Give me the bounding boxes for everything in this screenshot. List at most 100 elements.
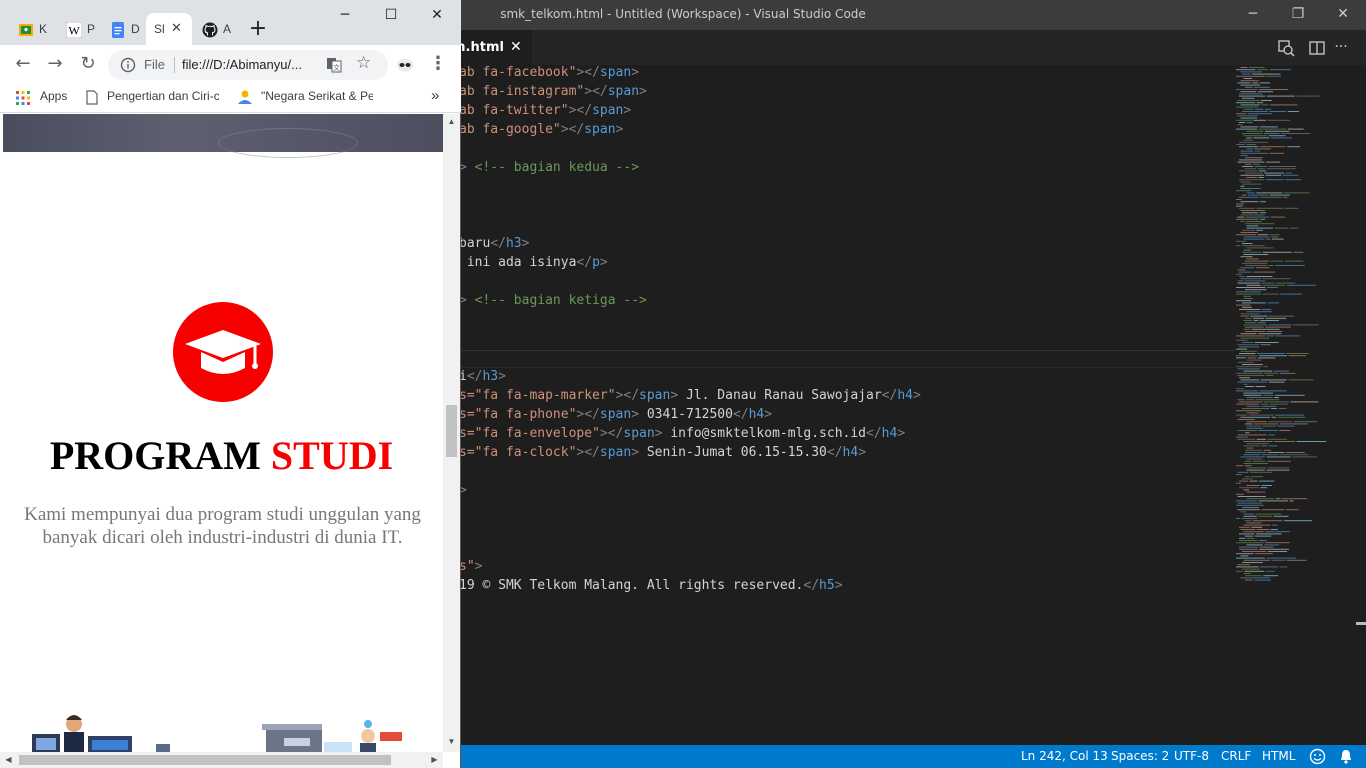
browser-tab[interactable]: K xyxy=(8,13,56,45)
bookmark-apps[interactable]: Apps xyxy=(40,89,67,103)
code-token: ab fa-twitter" xyxy=(459,103,569,118)
new-tab-button[interactable]: + xyxy=(244,17,272,43)
minimize-button[interactable]: ─ xyxy=(322,4,368,26)
code-token: </ xyxy=(584,445,600,460)
code-token: h3 xyxy=(505,236,522,251)
horizontal-scroll-thumb[interactable] xyxy=(19,755,391,765)
graduation-cap-icon xyxy=(173,302,273,402)
code-token: > xyxy=(631,407,640,422)
code-token: h4 xyxy=(897,388,913,403)
restore-button[interactable]: ❐ xyxy=(1275,0,1321,30)
browser-tab[interactable]: W P xyxy=(56,13,102,45)
browser-tab[interactable]: A xyxy=(192,13,238,45)
code-line[interactable]: i</h3> xyxy=(459,369,506,388)
code-line[interactable]: > <!-- bagian ketiga --> xyxy=(459,293,647,312)
code-token: > xyxy=(584,84,593,99)
apps-grid-icon[interactable] xyxy=(16,91,30,105)
scroll-left-arrow-icon[interactable]: ◀ xyxy=(0,752,17,768)
code-token: </ xyxy=(568,122,585,137)
forward-arrow-icon[interactable]: → xyxy=(43,53,67,77)
horizontal-scrollbar[interactable]: ◀ ▶ xyxy=(0,752,443,768)
code-line[interactable]: s="fa fa-clock"></span> Senin-Jumat 06.1… xyxy=(459,445,866,464)
code-token: span xyxy=(599,407,632,422)
code-token: > xyxy=(912,388,921,403)
svg-text:文: 文 xyxy=(333,63,340,72)
url-text[interactable]: file:///D:/Abimanyu/... xyxy=(182,57,317,72)
code-line[interactable]: ab fa-twitter"></span> xyxy=(459,103,631,122)
close-tab-icon[interactable]: ✕ xyxy=(510,38,522,55)
code-token: > xyxy=(459,160,475,175)
encoding-status[interactable]: UTF-8 xyxy=(1174,749,1209,763)
code-line[interactable]: ab fa-google"></span> xyxy=(459,122,623,141)
code-line[interactable]: s="fa fa-envelope"></span> info@smktelko… xyxy=(459,426,905,445)
feedback-smiley-icon[interactable] xyxy=(1309,748,1326,765)
code-token: </ xyxy=(584,407,600,422)
minimize-button[interactable]: ─ xyxy=(1230,0,1276,30)
extension-icon[interactable] xyxy=(396,57,414,73)
code-token: <!-- bagian kedua --> xyxy=(474,160,640,175)
more-actions-icon[interactable]: ··· xyxy=(1326,33,1356,63)
code-token: > xyxy=(897,426,906,441)
code-token: s="fa fa-map-marker" xyxy=(459,388,616,403)
divider xyxy=(174,57,175,73)
browser-tab-active[interactable]: Sl ✕ xyxy=(146,13,192,45)
code-token: span xyxy=(592,103,624,118)
vertical-scrollbar[interactable]: ▲ ▼ xyxy=(443,114,460,752)
close-window-button[interactable]: ✕ xyxy=(414,4,460,26)
chrome-window: K W P D Sl ✕ A + ─ ☐ ✕ ← → ↻ File file:/… xyxy=(0,0,461,768)
code-line[interactable]: > <!-- bagian kedua --> xyxy=(459,160,639,179)
code-token: span xyxy=(599,445,632,460)
menu-kebab-icon[interactable]: ⋮ xyxy=(426,53,450,77)
notifications-bell-icon[interactable] xyxy=(1338,748,1354,765)
code-line[interactable]: ini ada isinya</p> xyxy=(459,255,608,274)
maximize-button[interactable]: ☐ xyxy=(368,4,414,26)
code-token: p xyxy=(592,255,600,270)
code-line[interactable]: s"> xyxy=(459,559,482,578)
code-line[interactable]: baru</h3> xyxy=(459,236,529,255)
reload-icon[interactable]: ↻ xyxy=(76,53,100,77)
vertical-scroll-thumb[interactable] xyxy=(446,405,457,457)
indentation-status[interactable]: Spaces: 2 xyxy=(1111,749,1169,763)
open-preview-icon[interactable] xyxy=(1276,38,1296,58)
scroll-up-arrow-icon[interactable]: ▲ xyxy=(443,114,460,130)
info-icon[interactable] xyxy=(120,57,136,73)
page-icon xyxy=(86,90,98,105)
bookmarks-overflow-icon[interactable]: » xyxy=(431,87,439,104)
page-description: Kami mempunyai dua program studi unggula… xyxy=(24,504,421,548)
address-bar[interactable]: File file:///D:/Abimanyu/... 文 ☆ xyxy=(108,50,388,80)
scroll-down-arrow-icon[interactable]: ▼ xyxy=(443,734,460,750)
code-line[interactable]: ab fa-facebook"></span> xyxy=(459,65,639,84)
split-editor-icon[interactable] xyxy=(1307,38,1327,58)
browser-tab[interactable]: D xyxy=(100,13,146,45)
code-token: h4 xyxy=(748,407,765,422)
editor-scroll-indicator xyxy=(1356,622,1366,625)
hero-image-detail xyxy=(218,128,358,158)
tab-label: A xyxy=(223,22,232,36)
page-viewport[interactable]: PROGRAM STUDI Kami mempunyai dua program… xyxy=(0,114,443,752)
bookmark-negara-serikat[interactable]: "Negara Serikat & Pe xyxy=(261,89,373,103)
bookmark-pengertian[interactable]: Pengertian dan Ciri-ci xyxy=(107,89,219,103)
close-tab-icon[interactable]: ✕ xyxy=(171,20,182,36)
code-token: > xyxy=(474,559,483,574)
code-token: > xyxy=(834,578,843,593)
scroll-right-arrow-icon[interactable]: ▶ xyxy=(426,752,443,768)
code-token: </ xyxy=(881,388,898,403)
svg-text:W: W xyxy=(68,24,80,38)
code-line[interactable]: 19 © SMK Telkom Malang. All rights reser… xyxy=(459,578,843,597)
back-arrow-icon[interactable]: ← xyxy=(11,53,35,77)
close-window-button[interactable]: ✕ xyxy=(1320,0,1366,30)
code-token: s="fa fa-clock" xyxy=(459,445,577,460)
google-classroom-icon xyxy=(19,24,33,36)
minimap[interactable] xyxy=(1234,65,1344,585)
code-token: > xyxy=(858,445,867,460)
bookmarks-bar: Apps Pengertian dan Ciri-ci "Negara Seri… xyxy=(0,83,461,113)
code-line[interactable]: s="fa fa-map-marker"></span> Jl. Danau R… xyxy=(459,388,921,407)
eol-status[interactable]: CRLF xyxy=(1221,749,1251,763)
translate-icon[interactable]: 文 xyxy=(326,57,342,73)
wikipedia-icon: W xyxy=(66,22,82,38)
code-line[interactable]: s="fa fa-phone"></span> 0341-712500</h4> xyxy=(459,407,772,426)
code-line[interactable]: ab fa-instagram"></span> xyxy=(459,84,647,103)
language-mode[interactable]: HTML xyxy=(1262,749,1295,763)
cursor-position[interactable]: Ln 242, Col 13 xyxy=(1021,749,1108,763)
bookmark-star-icon[interactable]: ☆ xyxy=(356,53,371,73)
